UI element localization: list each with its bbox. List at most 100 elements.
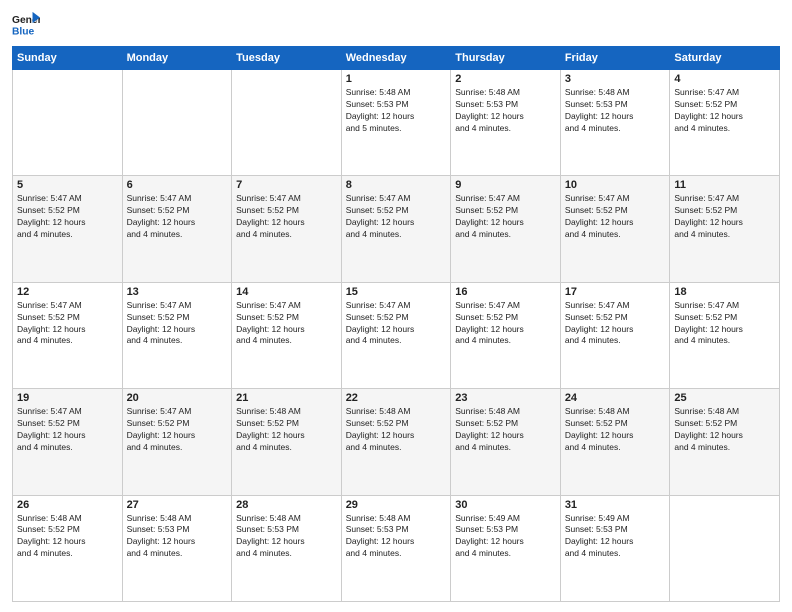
day-info: Sunrise: 5:48 AM Sunset: 5:52 PM Dayligh…	[17, 513, 118, 561]
column-header-saturday: Saturday	[670, 47, 780, 70]
day-number: 9	[455, 179, 556, 191]
calendar-cell: 21Sunrise: 5:48 AM Sunset: 5:52 PM Dayli…	[232, 389, 342, 495]
calendar-cell: 2Sunrise: 5:48 AM Sunset: 5:53 PM Daylig…	[451, 70, 561, 176]
day-info: Sunrise: 5:47 AM Sunset: 5:52 PM Dayligh…	[346, 193, 447, 241]
calendar-week-4: 19 Sunrise: 5:47 AM Sunset: 5:52 PM Dayli…	[13, 389, 780, 495]
day-info: Sunrise: 5:47 AM Sunset: 5:52 PM Dayligh…	[346, 300, 447, 348]
calendar-cell	[670, 495, 780, 601]
calendar-cell: 6 Sunrise: 5:47 AM Sunset: 5:52 PM Daylig…	[122, 176, 232, 282]
header: General Blue	[12, 10, 780, 38]
day-number: 26	[17, 499, 118, 511]
day-info: Sunrise: 5:48 AM Sunset: 5:52 PM Dayligh…	[346, 406, 447, 454]
day-info: Sunrise: 5:48 AM Sunset: 5:53 PM Dayligh…	[565, 87, 666, 135]
day-number: 31	[565, 499, 666, 511]
day-info: Sunrise: 5:48 AM Sunset: 5:53 PM Dayligh…	[346, 513, 447, 561]
day-number: 5	[17, 179, 118, 191]
day-number: 29	[346, 499, 447, 511]
day-number: 4	[674, 73, 775, 85]
column-header-wednesday: Wednesday	[341, 47, 451, 70]
calendar-cell: 23 Sunrise: 5:48 AM Sunset: 5:52 PM Dayli…	[451, 389, 561, 495]
calendar-week-1: 1Sunrise: 5:48 AM Sunset: 5:53 PM Daylig…	[13, 70, 780, 176]
day-info: Sunrise: 5:47 AM Sunset: 5:52 PM Dayligh…	[455, 193, 556, 241]
day-info: Sunrise: 5:47 AM Sunset: 5:52 PM Dayligh…	[674, 193, 775, 241]
day-info: Sunrise: 5:47 AM Sunset: 5:52 PM Dayligh…	[127, 300, 228, 348]
day-number: 30	[455, 499, 556, 511]
calendar-cell	[13, 70, 123, 176]
day-number: 24	[565, 392, 666, 404]
day-info: Sunrise: 5:47 AM Sunset: 5:52 PM Dayligh…	[236, 300, 337, 348]
calendar-cell: 31 Sunrise: 5:49 AM Sunset: 5:53 PM Dayli…	[560, 495, 670, 601]
calendar-week-5: 26 Sunrise: 5:48 AM Sunset: 5:52 PM Dayli…	[13, 495, 780, 601]
day-info: Sunrise: 5:47 AM Sunset: 5:52 PM Dayligh…	[674, 300, 775, 348]
page-container: General Blue SundayMondayTuesdayWednesda…	[0, 0, 792, 612]
day-number: 28	[236, 499, 337, 511]
calendar-cell: 3 Sunrise: 5:48 AM Sunset: 5:53 PM Daylig…	[560, 70, 670, 176]
day-number: 3	[565, 73, 666, 85]
calendar-cell: 17Sunrise: 5:47 AM Sunset: 5:52 PM Dayli…	[560, 282, 670, 388]
day-info: Sunrise: 5:48 AM Sunset: 5:52 PM Dayligh…	[455, 406, 556, 454]
day-info: Sunrise: 5:48 AM Sunset: 5:52 PM Dayligh…	[236, 406, 337, 454]
day-info: Sunrise: 5:49 AM Sunset: 5:53 PM Dayligh…	[565, 513, 666, 561]
calendar-cell: 4 Sunrise: 5:47 AM Sunset: 5:52 PM Daylig…	[670, 70, 780, 176]
day-number: 18	[674, 286, 775, 298]
logo: General Blue	[12, 10, 40, 38]
calendar-cell: 5Sunrise: 5:47 AM Sunset: 5:52 PM Daylig…	[13, 176, 123, 282]
day-info: Sunrise: 5:48 AM Sunset: 5:53 PM Dayligh…	[346, 87, 447, 135]
day-number: 20	[127, 392, 228, 404]
day-number: 16	[455, 286, 556, 298]
column-header-sunday: Sunday	[13, 47, 123, 70]
day-info: Sunrise: 5:47 AM Sunset: 5:52 PM Dayligh…	[565, 193, 666, 241]
logo-icon: General Blue	[12, 10, 40, 38]
column-header-thursday: Thursday	[451, 47, 561, 70]
day-number: 6	[127, 179, 228, 191]
calendar-cell: 8 Sunrise: 5:47 AM Sunset: 5:52 PM Daylig…	[341, 176, 451, 282]
calendar-header-row: SundayMondayTuesdayWednesdayThursdayFrid…	[13, 47, 780, 70]
calendar-cell: 1Sunrise: 5:48 AM Sunset: 5:53 PM Daylig…	[341, 70, 451, 176]
column-header-friday: Friday	[560, 47, 670, 70]
calendar-cell: 26 Sunrise: 5:48 AM Sunset: 5:52 PM Dayli…	[13, 495, 123, 601]
day-info: Sunrise: 5:47 AM Sunset: 5:52 PM Dayligh…	[17, 300, 118, 348]
day-info: Sunrise: 5:49 AM Sunset: 5:53 PM Dayligh…	[455, 513, 556, 561]
day-number: 19	[17, 392, 118, 404]
calendar-cell: 9 Sunrise: 5:47 AM Sunset: 5:52 PM Daylig…	[451, 176, 561, 282]
calendar-cell: 18 Sunrise: 5:47 AM Sunset: 5:52 PM Dayli…	[670, 282, 780, 388]
column-header-tuesday: Tuesday	[232, 47, 342, 70]
calendar-cell: 12 Sunrise: 5:47 AM Sunset: 5:52 PM Dayli…	[13, 282, 123, 388]
calendar-cell: 30 Sunrise: 5:49 AM Sunset: 5:53 PM Dayli…	[451, 495, 561, 601]
day-number: 11	[674, 179, 775, 191]
day-number: 23	[455, 392, 556, 404]
calendar-cell: 24 Sunrise: 5:48 AM Sunset: 5:52 PM Dayli…	[560, 389, 670, 495]
calendar-cell	[122, 70, 232, 176]
calendar-cell: 28 Sunrise: 5:48 AM Sunset: 5:53 PM Dayli…	[232, 495, 342, 601]
day-number: 15	[346, 286, 447, 298]
day-info: Sunrise: 5:48 AM Sunset: 5:53 PM Dayligh…	[236, 513, 337, 561]
calendar-cell: 19 Sunrise: 5:47 AM Sunset: 5:52 PM Dayli…	[13, 389, 123, 495]
calendar-cell: 14 Sunrise: 5:47 AM Sunset: 5:52 PM Dayli…	[232, 282, 342, 388]
day-info: Sunrise: 5:48 AM Sunset: 5:52 PM Dayligh…	[565, 406, 666, 454]
calendar-cell: 10 Sunrise: 5:47 AM Sunset: 5:52 PM Dayli…	[560, 176, 670, 282]
day-info: Sunrise: 5:47 AM Sunset: 5:52 PM Dayligh…	[17, 406, 118, 454]
day-info: Sunrise: 5:48 AM Sunset: 5:52 PM Dayligh…	[674, 406, 775, 454]
calendar-cell: 13Sunrise: 5:47 AM Sunset: 5:52 PM Dayli…	[122, 282, 232, 388]
day-number: 25	[674, 392, 775, 404]
calendar-table: SundayMondayTuesdayWednesdayThursdayFrid…	[12, 46, 780, 602]
calendar-week-3: 12 Sunrise: 5:47 AM Sunset: 5:52 PM Dayli…	[13, 282, 780, 388]
calendar-cell: 11 Sunrise: 5:47 AM Sunset: 5:52 PM Dayli…	[670, 176, 780, 282]
calendar-cell: 22Sunrise: 5:48 AM Sunset: 5:52 PM Dayli…	[341, 389, 451, 495]
day-number: 8	[346, 179, 447, 191]
day-info: Sunrise: 5:48 AM Sunset: 5:53 PM Dayligh…	[127, 513, 228, 561]
day-number: 2	[455, 73, 556, 85]
calendar-cell: 16 Sunrise: 5:47 AM Sunset: 5:52 PM Dayli…	[451, 282, 561, 388]
day-number: 14	[236, 286, 337, 298]
day-info: Sunrise: 5:47 AM Sunset: 5:52 PM Dayligh…	[674, 87, 775, 135]
day-info: Sunrise: 5:47 AM Sunset: 5:52 PM Dayligh…	[127, 193, 228, 241]
svg-text:Blue: Blue	[12, 26, 35, 37]
day-number: 12	[17, 286, 118, 298]
calendar-cell: 29 Sunrise: 5:48 AM Sunset: 5:53 PM Dayli…	[341, 495, 451, 601]
day-number: 10	[565, 179, 666, 191]
calendar-cell	[232, 70, 342, 176]
calendar-cell: 7Sunrise: 5:47 AM Sunset: 5:52 PM Daylig…	[232, 176, 342, 282]
calendar-week-2: 5 Sunrise: 5:47 AM Sunset: 5:52 PM Daylig…	[13, 176, 780, 282]
day-info: Sunrise: 5:47 AM Sunset: 5:52 PM Dayligh…	[455, 300, 556, 348]
day-number: 7	[236, 179, 337, 191]
